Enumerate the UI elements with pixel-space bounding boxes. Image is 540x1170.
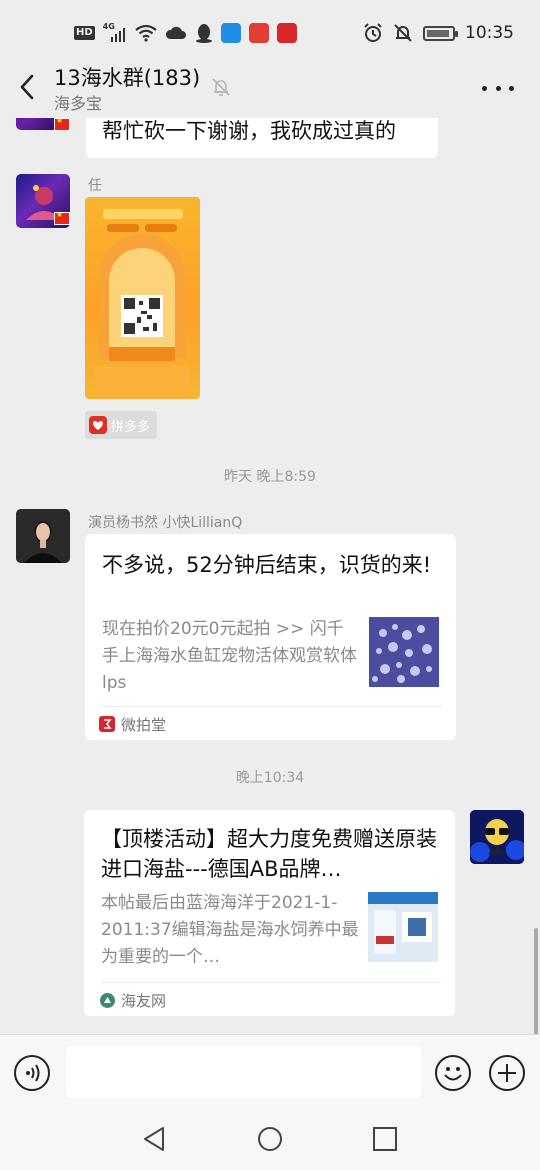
source-name: 拼多多 — [111, 419, 151, 435]
cloud-icon — [165, 26, 186, 39]
link-card-source: 海友网 — [100, 990, 166, 1010]
pinduoduo-icon — [89, 416, 107, 434]
chat-message-list[interactable]: 帮忙砍一下谢谢，我砍成过真的 任 拼多多 昨天 晚上8:59 — [0, 118, 540, 1034]
avatar[interactable] — [16, 509, 70, 563]
source-name: 海友网 — [121, 991, 167, 1010]
app-notification-icon — [248, 23, 269, 43]
sender-name: 任 — [88, 178, 102, 194]
system-navigation-bar — [0, 1112, 540, 1170]
battery-icon — [423, 25, 458, 41]
link-card[interactable]: 不多说，52分钟后结束，识货的来! 现在拍价20元0元起拍 >> 闪千手上海海水… — [85, 534, 456, 740]
voice-icon[interactable] — [14, 1055, 50, 1091]
timestamp: 昨天 晚上8:59 — [224, 469, 316, 485]
china-flag-icon — [54, 210, 70, 225]
sender-name: 演员杨书然 小快LillianQ — [88, 515, 243, 531]
link-card-thumbnail — [368, 892, 438, 962]
status-bar: HD 4G 10:35 — [0, 0, 540, 64]
nav-recents-icon[interactable] — [371, 1125, 399, 1153]
app-notification-icon — [276, 23, 297, 43]
link-card-description: 现在拍价20元0元起拍 >> 闪千手上海海水鱼缸宠物活体观赏软体lps — [102, 619, 357, 693]
nav-home-icon[interactable] — [256, 1125, 284, 1153]
link-card-source: 微拍堂 — [99, 714, 166, 734]
alarm-icon — [364, 23, 382, 42]
timestamp: 晚上10:34 — [235, 770, 305, 786]
my-avatar[interactable] — [470, 810, 524, 864]
chat-title[interactable]: 13海水群(183) — [54, 62, 200, 92]
divider — [101, 982, 441, 983]
link-card-title: 不多说，52分钟后结束，识货的来! — [102, 553, 432, 577]
emoji-icon[interactable] — [435, 1055, 471, 1091]
bell-mute-icon — [212, 78, 230, 96]
status-bar-right: 10:35 — [363, 20, 514, 46]
scrollbar[interactable] — [534, 928, 538, 1034]
link-card[interactable]: 【顶楼活动】超大力度免费赠送原装进口海盐---德国AB品牌… 本帖最后由蓝海海洋… — [84, 810, 455, 1016]
shared-image[interactable] — [85, 197, 200, 399]
app-source-badge[interactable]: 拼多多 — [85, 411, 157, 439]
hd-indicator: HD — [74, 26, 95, 40]
weipaitang-icon — [99, 716, 115, 732]
message-text: 帮忙砍一下谢谢，我砍成过真的 — [102, 119, 396, 143]
haiyou-icon — [100, 992, 115, 1008]
china-flag-icon — [54, 118, 70, 131]
cell-signal-icon: 4G — [103, 22, 127, 42]
qq-penguin-icon — [195, 24, 212, 43]
link-card-description: 本帖最后由蓝海海洋于2021-1-2011:37编辑海盐是海水饲养中最为重要的一… — [101, 893, 359, 967]
app-notification-icon — [220, 23, 241, 43]
status-bar-left: HD 4G — [74, 22, 297, 44]
message-input[interactable] — [66, 1046, 421, 1098]
divider — [102, 706, 442, 707]
bell-mute-icon — [394, 24, 412, 42]
clock: 10:35 — [465, 23, 514, 43]
nav-back-icon[interactable] — [141, 1125, 169, 1153]
link-card-thumbnail — [369, 617, 439, 687]
chat-input-bar — [0, 1034, 540, 1112]
more-icon[interactable] — [478, 70, 518, 106]
plus-icon[interactable] — [489, 1055, 525, 1091]
source-name: 微拍堂 — [121, 715, 167, 734]
link-card-title: 【顶楼活动】超大力度免费赠送原装进口海盐---德国AB品牌… — [101, 827, 437, 881]
wifi-icon — [134, 24, 157, 42]
back-arrow-icon[interactable] — [14, 72, 42, 102]
chat-header: 13海水群(183) 海多宝 — [0, 56, 540, 118]
message-bubble[interactable]: 帮忙砍一下谢谢，我砍成过真的 — [86, 118, 438, 158]
chat-subtitle: 海多宝 — [54, 94, 103, 113]
